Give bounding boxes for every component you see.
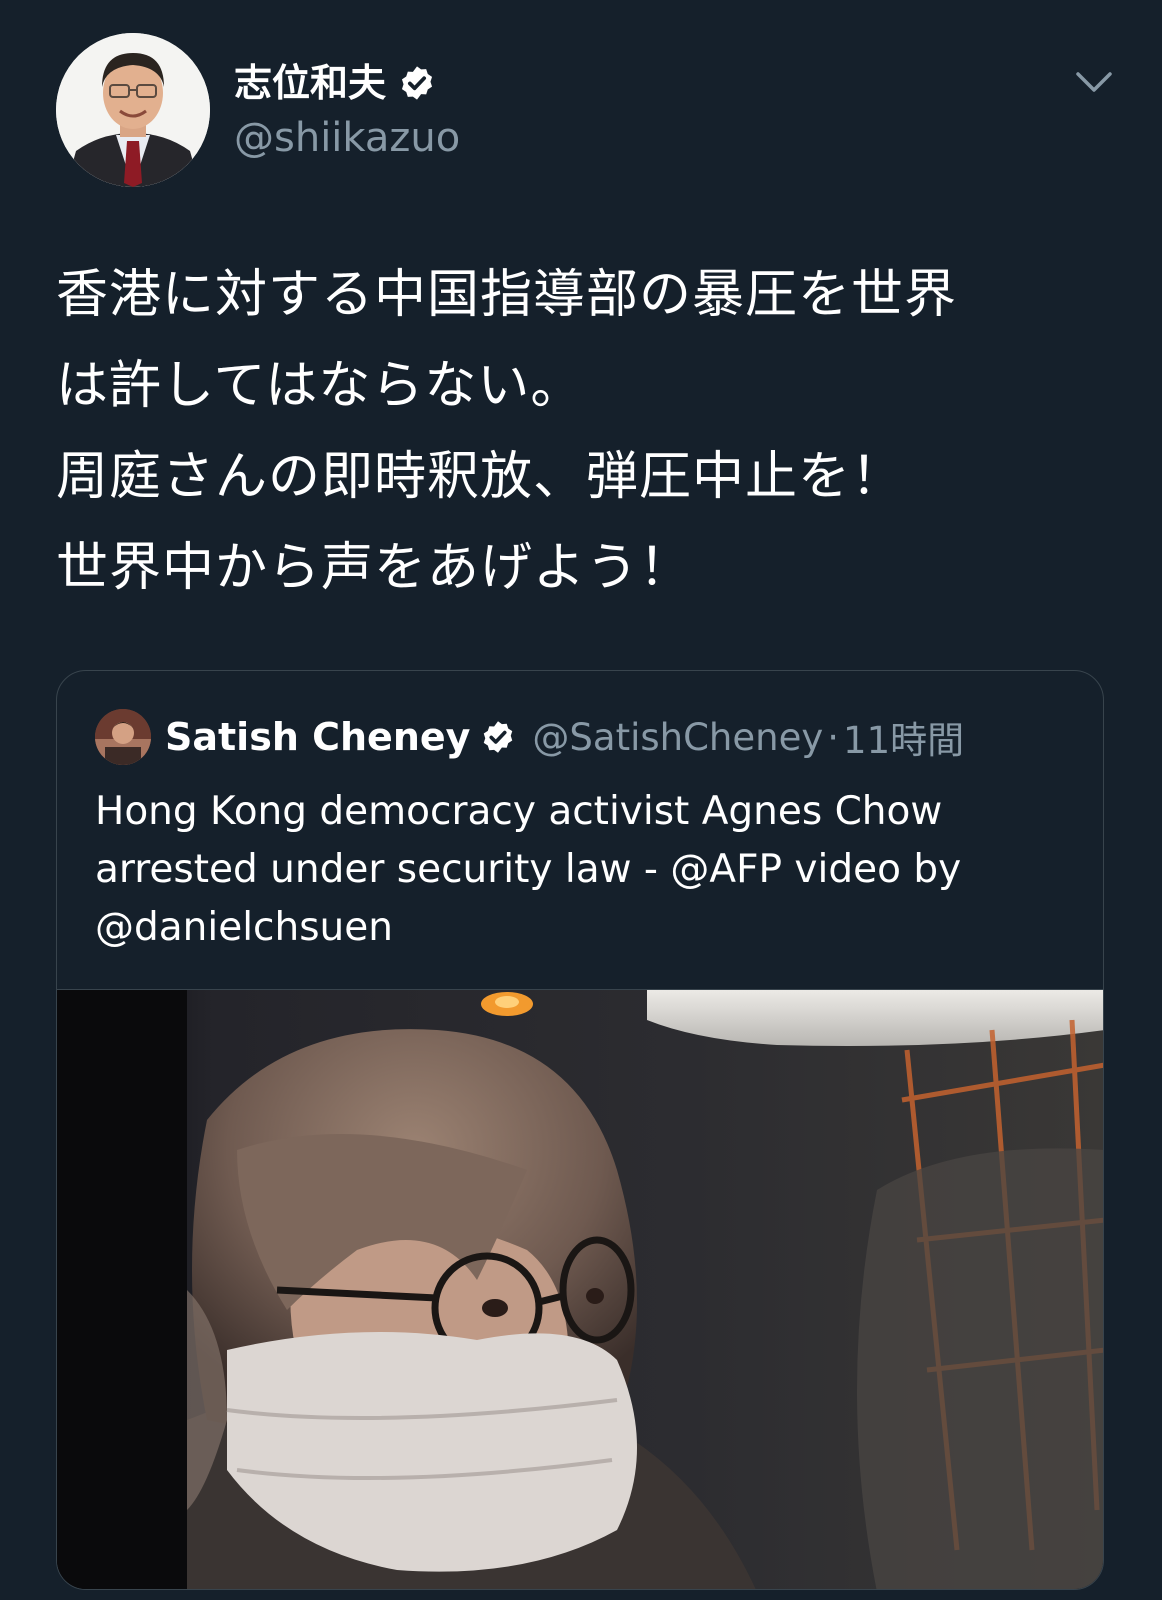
quoted-tweet-timestamp[interactable]: 11時間 bbox=[843, 710, 964, 764]
quoted-tweet-text: Hong Kong democracy activist Agnes Chow … bbox=[95, 783, 1075, 957]
quoted-tweet-text-line: arrested under security law - @AFP video… bbox=[95, 847, 962, 892]
author-handle[interactable]: @shiikazuo bbox=[234, 112, 460, 164]
quoted-tweet-text-line: Hong Kong democracy activist Agnes Chow bbox=[95, 789, 943, 834]
author-avatar-image bbox=[56, 33, 210, 187]
verified-badge-icon bbox=[401, 66, 433, 100]
chevron-down-icon[interactable] bbox=[1074, 64, 1114, 100]
author-name-row[interactable]: 志位和夫 bbox=[234, 58, 436, 108]
quoted-tweet-text-line: @danielchsuen bbox=[95, 905, 393, 950]
quoted-author-handle[interactable]: @SatishCheney bbox=[532, 716, 823, 759]
tweet-text: 香港に対する中国指導部の暴圧を世界 は許してはならない。 周庭さんの即時釈放、弾… bbox=[56, 250, 1116, 614]
separator-dot: · bbox=[827, 715, 840, 759]
quoted-author-avatar[interactable] bbox=[95, 709, 151, 765]
tweet-text-line: 周庭さんの即時釈放、弾圧中止を！ bbox=[56, 447, 905, 507]
quoted-author-avatar-image bbox=[95, 709, 151, 765]
quoted-tweet-card[interactable]: Satish Cheney @SatishCheney · 11時間 Hong … bbox=[56, 670, 1104, 1590]
tweet-text-line: 香港に対する中国指導部の暴圧を世界 bbox=[56, 265, 958, 325]
tweet-text-line: は許してはならない。 bbox=[56, 356, 584, 416]
author-avatar[interactable] bbox=[56, 33, 210, 187]
author-display-name[interactable]: 志位和夫 bbox=[234, 58, 386, 108]
tweet-text-line: 世界中から声をあげよう！ bbox=[56, 538, 693, 598]
verified-badge-icon bbox=[484, 721, 513, 753]
quoted-tweet-header: Satish Cheney @SatishCheney · 11時間 bbox=[95, 709, 964, 765]
video-thumbnail-image bbox=[57, 990, 1103, 1589]
quoted-author-display-name[interactable]: Satish Cheney bbox=[165, 715, 470, 759]
tweet: 志位和夫 @shiikazuo 香港に対する中国指導部の暴圧を世界 は許してはな… bbox=[0, 0, 1162, 1600]
quoted-tweet-video-thumbnail[interactable] bbox=[57, 989, 1103, 1589]
